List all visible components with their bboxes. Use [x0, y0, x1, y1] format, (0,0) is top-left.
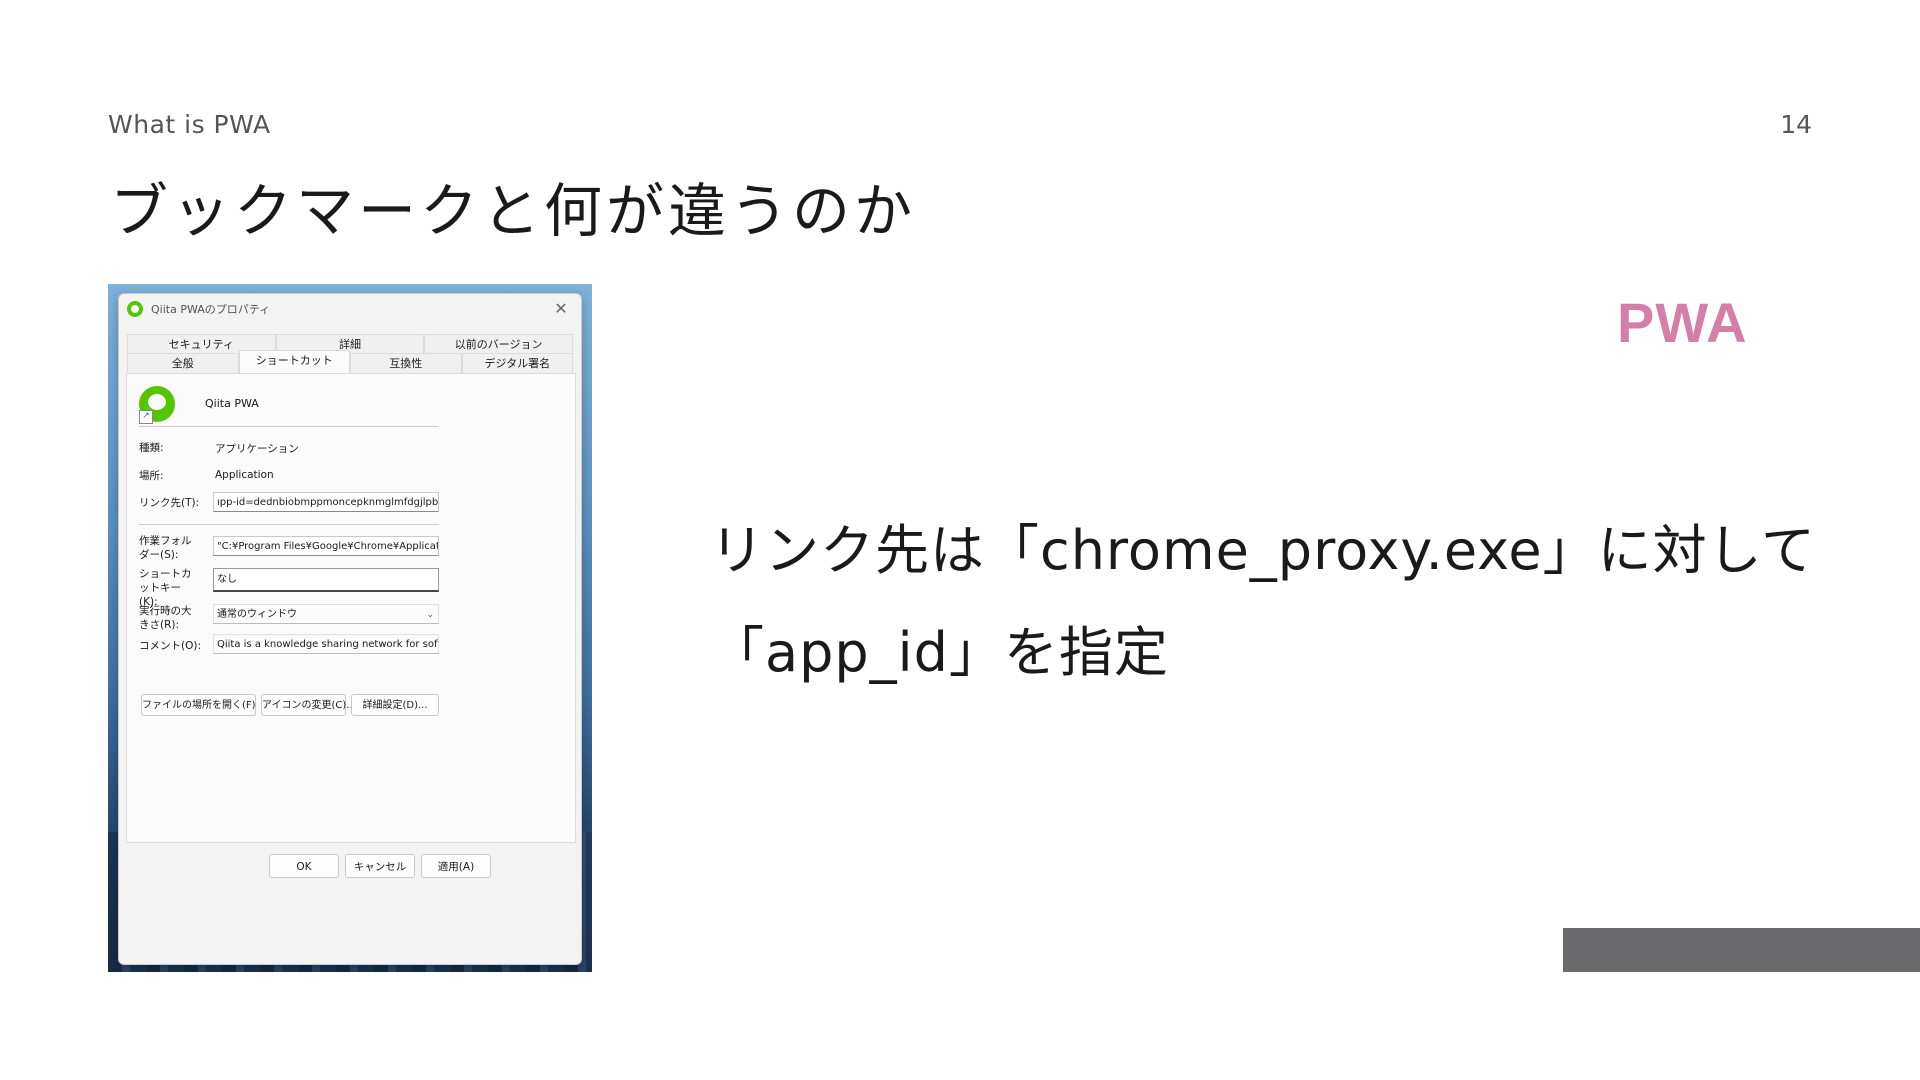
qiita-icon: [127, 301, 143, 317]
chevron-down-icon: ⌄: [426, 610, 434, 620]
location-label: 場所:: [139, 470, 164, 482]
shortcut-key-label: ショートカットキー(K):: [139, 568, 192, 608]
type-value: アプリケーション: [215, 443, 299, 455]
tab-previous-versions[interactable]: 以前のバージョン: [424, 334, 574, 354]
tab-compatibility[interactable]: 互換性: [350, 353, 462, 373]
apply-button[interactable]: 適用(A): [421, 854, 491, 878]
body-text: リンク先は「chrome_proxy.exe」に対して 「app_id」を指定: [710, 500, 1900, 704]
run-select-value: 通常のウィンドウ: [217, 609, 297, 620]
divider: [139, 426, 439, 427]
comment-label: コメント(O):: [139, 640, 201, 652]
dialog-titlebar: Qiita PWAのプロパティ ✕: [119, 294, 581, 324]
dialog-buttons: OK キャンセル 適用(A): [119, 854, 581, 884]
shortcut-key-field[interactable]: なし: [213, 568, 439, 592]
page-number: 14: [1780, 110, 1812, 139]
body-line-2: 「app_id」を指定: [710, 621, 1169, 684]
advanced-button[interactable]: 詳細設定(D)...: [351, 694, 439, 716]
type-label: 種類:: [139, 442, 164, 454]
shortcut-arrow-icon: ↗: [139, 410, 153, 424]
tab-shortcut[interactable]: ショートカット: [238, 350, 350, 374]
properties-dialog: Qiita PWAのプロパティ ✕ セキュリティ 詳細 以前のバージョン 全般 …: [118, 293, 582, 965]
start-in-label: 作業フォルダー(S):: [139, 535, 192, 561]
target-field[interactable]: ıpp-id=dednbiobmppmoncepknmglmfdgjlpbgk: [213, 492, 439, 512]
run-select[interactable]: 通常のウィンドウ ⌄: [213, 604, 439, 624]
target-label: リンク先(T):: [139, 497, 200, 509]
shortcut-tab-panel: ↗ Qiita PWA 種類: アプリケーション 場所: Application…: [126, 373, 576, 843]
properties-screenshot: Qiita PWAのプロパティ ✕ セキュリティ 詳細 以前のバージョン 全般 …: [108, 284, 592, 972]
slide-title: ブックマークと何が違うのか: [110, 177, 917, 245]
open-file-location-button[interactable]: ファイルの場所を開く(F): [141, 694, 256, 716]
shortcut-actions: ファイルの場所を開く(F) アイコンの変更(C)... 詳細設定(D)...: [141, 694, 441, 718]
tab-digital-signatures[interactable]: デジタル署名: [461, 353, 573, 373]
comment-field[interactable]: Qiita is a knowledge sharing network for…: [213, 634, 439, 654]
close-icon[interactable]: ✕: [551, 299, 571, 318]
location-value: Application: [215, 469, 274, 481]
ok-button[interactable]: OK: [269, 854, 339, 878]
tab-general[interactable]: 全般: [127, 353, 239, 373]
change-icon-button[interactable]: アイコンの変更(C)...: [261, 694, 356, 716]
run-label: 実行時の大きさ(R):: [139, 605, 192, 631]
section-label: What is PWA: [108, 110, 271, 139]
footer-bar: [1563, 928, 1920, 972]
app-name: Qiita PWA: [205, 397, 259, 410]
dialog-title: Qiita PWAのプロパティ: [151, 303, 271, 316]
pwa-tag: PWA: [1617, 291, 1748, 354]
tab-row-bottom: 全般 ショートカット 互換性 デジタル署名: [127, 350, 573, 374]
cancel-button[interactable]: キャンセル: [345, 854, 415, 878]
start-in-field[interactable]: "C:¥Program Files¥Google¥Chrome¥Applicat…: [213, 536, 439, 556]
body-line-1: リンク先は「chrome_proxy.exe」に対して: [710, 519, 1817, 582]
divider: [139, 524, 439, 525]
tab-row-top: セキュリティ 詳細 以前のバージョン: [127, 334, 574, 354]
